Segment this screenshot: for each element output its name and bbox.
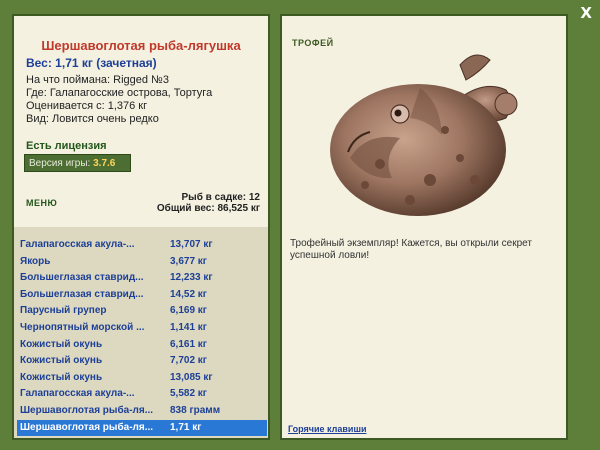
catch-fish-weight: 3,677 кг	[170, 255, 207, 267]
catch-list-row[interactable]: Парусный групер 6,169 кг	[17, 303, 267, 319]
catch-list-row[interactable]: Якорь 3,677 кг	[17, 254, 267, 270]
catch-list-row[interactable]: Чернопятный морской ... 1,141 кг	[17, 320, 267, 336]
trophy-description: Трофейный экземпляр! Кажется, вы открыли…	[290, 238, 532, 261]
version-value: 3.7.6	[93, 158, 116, 169]
catch-list-row[interactable]: Большеглазая ставрид... 12,233 кг	[17, 270, 267, 286]
menu-button[interactable]: МЕНЮ	[26, 198, 57, 208]
catch-fish-name: Парусный групер	[20, 305, 107, 317]
catch-list-row[interactable]: Шершавоглотая рыба-ля... 838 грамм	[17, 403, 267, 419]
fish-name-title: Шершавоглотая рыба-лягушка	[41, 38, 241, 53]
fish-count: Рыб в садке: 12	[181, 192, 260, 203]
bait-line: На что поймана: Rigged №3	[26, 74, 169, 86]
fish-info-panel: Шершавоглотая рыба-лягушка Вес: 1,71 кг …	[12, 14, 270, 440]
catch-list-row[interactable]: Галапагосская акула-... 5,582 кг	[17, 386, 267, 402]
catch-fish-weight: 6,169 кг	[170, 305, 207, 317]
catch-fish-name: Кожистый окунь	[20, 355, 103, 367]
catch-fish-name: Большеглазая ставрид...	[20, 272, 144, 284]
catch-fish-weight: 13,707 кг	[170, 239, 213, 250]
trophy-panel: ТРОФЕЙ Трофейный экземпляр! Кажется, вы …	[280, 14, 568, 440]
version-label: Версия игры:	[29, 158, 91, 169]
rarity-line: Вид: Ловится очень редко	[26, 113, 159, 125]
hotkeys-link[interactable]: Горячие клавиши	[288, 424, 366, 434]
catch-list-row[interactable]: Кожистый окунь 6,161 кг	[17, 337, 267, 353]
catch-fish-name: Шершавоглотая рыба-ля...	[20, 421, 154, 433]
value-line: Оценивается с: 1,376 кг	[26, 100, 148, 112]
total-weight: Общий вес: 86,525 кг	[156, 203, 260, 214]
catch-fish-weight: 12,233 кг	[170, 272, 213, 284]
fish-details: На что поймана: Rigged №3 Где: Галапагос…	[26, 74, 212, 126]
location-line: Где: Галапагосские острова, Тортуга	[26, 87, 213, 99]
catch-list-row[interactable]: Шершавоглотая рыба-ля... 1,71 кг	[17, 419, 267, 436]
catch-fish-name: Галапагосская акула-...	[20, 239, 135, 250]
catch-fish-weight: 14,52 кг	[170, 288, 207, 300]
fish-weight: Вес: 1,71 кг (зачетная)	[26, 56, 157, 70]
catch-fish-weight: 13,085 кг	[170, 371, 213, 383]
catch-list-row[interactable]: Кожистый окунь 7,702 кг	[17, 353, 267, 369]
keepnet-totals: Рыб в садке: 12 Общий вес: 86,525 кг	[157, 192, 260, 214]
license-status: Есть лицензия	[26, 140, 107, 152]
catch-fish-name: Кожистый окунь	[20, 371, 103, 383]
catch-fish-weight: 7,702 кг	[170, 355, 207, 367]
catch-fish-name: Галапагосская акула-...	[20, 388, 135, 400]
catch-fish-weight: 1,141 кг	[170, 322, 207, 333]
version-badge: Версия игры: 3.7.6	[24, 154, 131, 172]
catch-list-row[interactable]: Большеглазая ставрид... 14,52 кг	[17, 287, 267, 303]
catch-fish-weight: 1,71 кг	[170, 421, 202, 433]
catch-fish-name: Шершавоглотая рыба-ля...	[20, 405, 154, 416]
catch-list-row[interactable]: Кожистый окунь 13,085 кг	[17, 370, 267, 386]
catch-fish-name: Чернопятный морской ...	[20, 322, 145, 333]
catch-fish-name: Якорь	[20, 255, 51, 267]
catch-fish-name: Кожистый окунь	[20, 338, 103, 350]
catch-fish-weight: 6,161 кг	[170, 338, 207, 350]
catch-fish-name: Большеглазая ставрид...	[20, 288, 144, 300]
catch-fish-weight: 838 грамм	[170, 405, 221, 416]
close-icon[interactable]: X	[580, 4, 592, 22]
anglerfish-image	[330, 54, 518, 216]
catch-fish-weight: 5,582 кг	[170, 388, 207, 400]
catch-list[interactable]: Галапагосская акула-... 13,707 кг Якорь 3,6…	[14, 227, 268, 438]
catch-list-row[interactable]: Галапагосская акула-... 13,707 кг	[17, 237, 267, 253]
